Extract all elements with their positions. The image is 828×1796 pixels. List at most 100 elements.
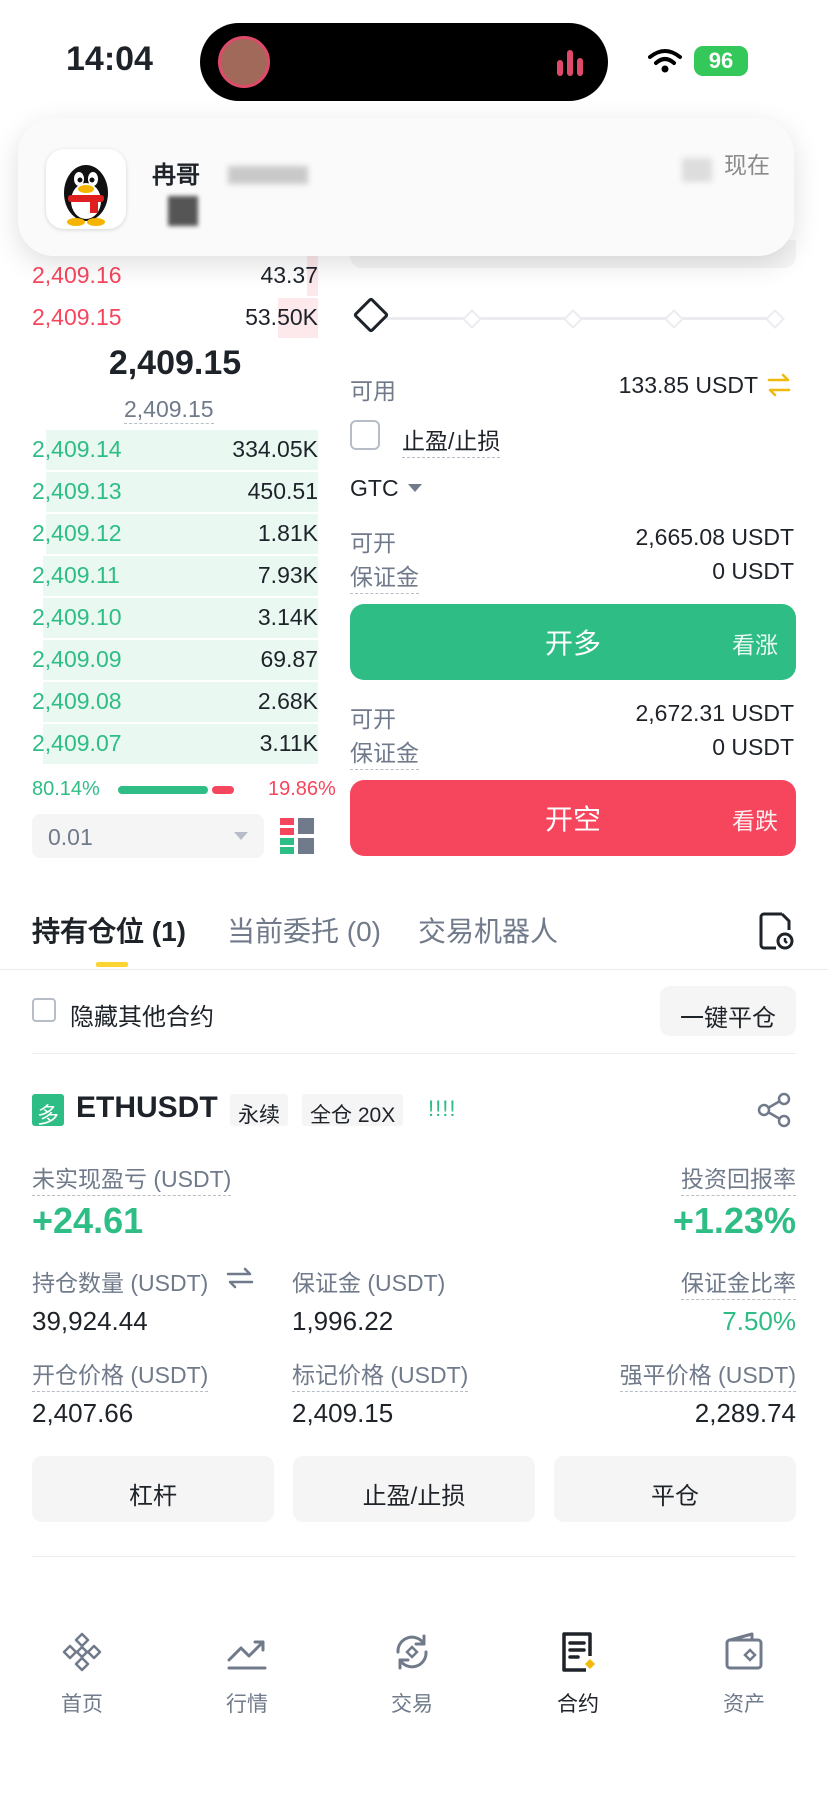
slider-step[interactable] xyxy=(765,309,785,329)
open-short-button[interactable]: 开空 看跌 xyxy=(350,780,796,856)
transfer-icon[interactable] xyxy=(766,372,792,398)
bid-price: 2,409.09 xyxy=(32,646,122,672)
bid-row[interactable]: 2,409.13 450.51 xyxy=(32,472,318,512)
nav-assets[interactable]: 资产 xyxy=(684,1630,804,1718)
long-margin-value: 0 USDT xyxy=(712,558,794,584)
margin-ratio-label: 保证金比率 xyxy=(681,1264,796,1300)
home-icon xyxy=(62,1632,102,1672)
short-open-value: 2,672.31 USDT xyxy=(635,700,794,726)
bid-price: 2,409.07 xyxy=(32,730,122,756)
slider-step[interactable] xyxy=(462,309,482,329)
order-history-icon[interactable] xyxy=(758,910,794,950)
ask-qty: 43.37 xyxy=(260,262,318,288)
notification-banner[interactable] xyxy=(18,118,794,256)
island-avatar xyxy=(218,36,270,88)
slider-step[interactable] xyxy=(563,309,583,329)
bid-row[interactable]: 2,409.07 3.11K xyxy=(32,724,318,764)
open-short-label: 开空 xyxy=(544,804,601,835)
bid-qty: 2.68K xyxy=(257,688,318,714)
unit-switch-icon[interactable] xyxy=(226,1266,254,1290)
qq-penguin-icon xyxy=(46,149,126,229)
bid-price: 2,409.11 xyxy=(32,562,120,588)
margin-mode-tag[interactable]: 全仓 20X xyxy=(302,1094,404,1127)
tpsl-label[interactable]: 止盈/止损 xyxy=(402,422,501,458)
adl-indicator: !!!! xyxy=(428,1096,457,1121)
active-tab-indicator xyxy=(96,962,128,967)
bid-price: 2,409.12 xyxy=(32,520,122,546)
entry-price-value: 2,407.66 xyxy=(32,1398,134,1428)
bid-row[interactable]: 2,409.08 2.68K xyxy=(32,682,318,722)
divider xyxy=(32,1556,796,1557)
entry-price-label: 开仓价格 (USDT) xyxy=(32,1356,209,1392)
bid-qty: 450.51 xyxy=(247,478,318,504)
tpsl-button[interactable]: 止盈/止损 xyxy=(293,1456,535,1522)
available-label: 可用 xyxy=(350,378,396,404)
bid-qty: 69.87 xyxy=(260,646,318,672)
bid-price: 2,409.13 xyxy=(32,478,122,504)
orderbook-layout-icon[interactable] xyxy=(280,818,314,854)
nav-trade[interactable]: 交易 xyxy=(352,1630,472,1718)
nav-futures[interactable]: 合约 xyxy=(518,1630,638,1718)
sell-ratio-bar xyxy=(212,786,234,794)
status-time: 14:04 xyxy=(66,40,153,78)
buy-ratio: 80.14% xyxy=(32,778,100,800)
unrealized-pnl-label: 未实现盈亏 (USDT) xyxy=(32,1160,232,1196)
position-symbol[interactable]: ETHUSDT xyxy=(76,1091,218,1125)
divider xyxy=(32,1053,796,1054)
bid-row[interactable]: 2,409.10 3.14K xyxy=(32,598,318,638)
tif-select[interactable]: GTC xyxy=(350,475,399,502)
notification-sender: 冉哥 xyxy=(152,162,200,189)
mark-price-value: 2,409.15 xyxy=(292,1398,394,1428)
ask-row[interactable]: 2,409.16 43.37 xyxy=(32,256,318,296)
ask-qty: 53.50K xyxy=(245,304,318,330)
redacted-text xyxy=(228,166,308,184)
perpetual-tag: 永续 xyxy=(230,1094,288,1127)
margin-ratio-value: 7.50% xyxy=(722,1306,796,1336)
open-long-button[interactable]: 开多 看涨 xyxy=(350,604,796,680)
trade-icon xyxy=(396,1634,428,1670)
redacted-text xyxy=(168,196,198,226)
hide-others-label[interactable]: 隐藏其他合约 xyxy=(70,997,214,1032)
nav-markets[interactable]: 行情 xyxy=(187,1630,307,1718)
last-price[interactable]: 2,409.15 xyxy=(32,344,318,383)
hide-others-checkbox[interactable] xyxy=(32,998,56,1022)
precision-select[interactable]: 0.01 xyxy=(32,814,264,858)
open-short-side: 看跌 xyxy=(732,808,778,834)
long-open-label: 可开 xyxy=(350,530,396,556)
tif-caret-icon[interactable] xyxy=(408,484,422,492)
roi-label: 投资回报率 xyxy=(681,1160,796,1196)
liq-price-value: 2,289.74 xyxy=(694,1398,796,1428)
ask-row[interactable]: 2,409.15 53.50K xyxy=(32,298,318,338)
precision-value: 0.01 xyxy=(48,824,93,850)
bid-row[interactable]: 2,409.14 334.05K xyxy=(32,430,318,470)
leverage-button[interactable]: 杠杆 xyxy=(32,1456,274,1522)
slider-step[interactable] xyxy=(664,309,684,329)
bid-row[interactable]: 2,409.12 1.81K xyxy=(32,514,318,554)
slider-handle[interactable] xyxy=(352,296,390,334)
futures-icon xyxy=(562,1632,595,1672)
tab-trading-bots[interactable]: 交易机器人 xyxy=(418,910,558,950)
tab-open-orders[interactable]: 当前委托 (0) xyxy=(227,910,381,950)
redacted-thumbnail xyxy=(682,158,712,182)
nav-assets-label: 资产 xyxy=(723,1693,765,1716)
nav-home[interactable]: 首页 xyxy=(22,1630,142,1718)
notification-time: 现在 xyxy=(724,152,770,178)
chevron-down-icon[interactable] xyxy=(234,832,248,840)
tab-positions[interactable]: 持有仓位 (1) xyxy=(32,910,186,950)
share-icon[interactable] xyxy=(756,1092,792,1128)
mark-price: 2,409.15 xyxy=(124,396,214,424)
close-position-button[interactable]: 平仓 xyxy=(554,1456,796,1522)
roi-value: +1.23% xyxy=(672,1200,796,1241)
bid-qty: 7.93K xyxy=(257,562,318,588)
tpsl-checkbox[interactable] xyxy=(350,420,380,450)
long-badge: 多 xyxy=(32,1094,64,1128)
nav-home-label: 首页 xyxy=(61,1693,103,1716)
nav-futures-label: 合约 xyxy=(557,1693,599,1716)
liq-price-label: 强平价格 (USDT) xyxy=(619,1356,796,1392)
ask-price: 2,409.16 xyxy=(32,262,122,288)
bid-price: 2,409.08 xyxy=(32,688,122,714)
bid-row[interactable]: 2,409.11 7.93K xyxy=(32,556,318,596)
close-all-button[interactable]: 一键平仓 xyxy=(660,986,796,1036)
bid-row[interactable]: 2,409.09 69.87 xyxy=(32,640,318,680)
unrealized-pnl-value: +24.61 xyxy=(32,1200,144,1241)
